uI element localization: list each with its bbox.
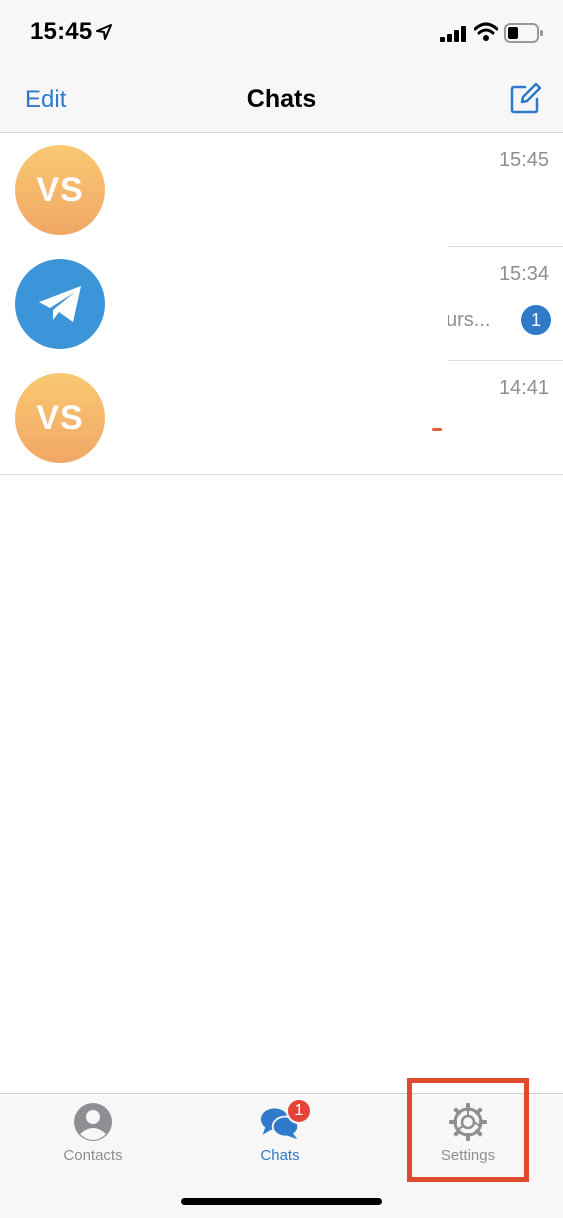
chats-screen: 15:45 Edit Chats VS 15:45 15:34 urs... 1… — [0, 0, 563, 1218]
tab-label: Contacts — [63, 1147, 123, 1164]
status-bar: 15:45 — [0, 0, 563, 66]
redacted-area — [120, 133, 448, 429]
home-indicator — [181, 1198, 382, 1205]
chat-list: VS 15:45 15:34 urs... 1 VS 14:41 — [0, 133, 563, 475]
chat-preview: urs... — [446, 309, 491, 331]
emoji-fragment — [432, 428, 442, 431]
chat-time: 15:34 — [498, 263, 549, 285]
avatar: VS — [15, 145, 105, 235]
chats-unread-badge: 1 — [286, 1098, 312, 1124]
tab-label: Chats — [260, 1147, 300, 1164]
tab-chats[interactable]: 1 Chats — [210, 1094, 350, 1184]
person-icon — [74, 1103, 112, 1141]
avatar: VS — [15, 373, 105, 463]
tab-contacts[interactable]: Contacts — [23, 1094, 163, 1184]
chat-time: 15:45 — [498, 149, 549, 171]
status-time: 15:45 — [30, 18, 93, 45]
cellular-signal-icon — [440, 26, 466, 42]
settings-highlight-box — [407, 1078, 529, 1182]
chat-time: 14:41 — [498, 377, 549, 399]
row-divider — [0, 474, 563, 475]
avatar — [15, 259, 105, 349]
battery-icon — [504, 23, 543, 43]
location-arrow-icon — [96, 24, 112, 40]
compose-icon[interactable] — [508, 82, 542, 116]
telegram-icon — [39, 286, 81, 322]
unread-badge: 1 — [521, 305, 551, 335]
wifi-icon — [474, 22, 498, 41]
navigation-bar: Edit Chats — [0, 66, 563, 133]
page-title: Chats — [246, 85, 317, 113]
